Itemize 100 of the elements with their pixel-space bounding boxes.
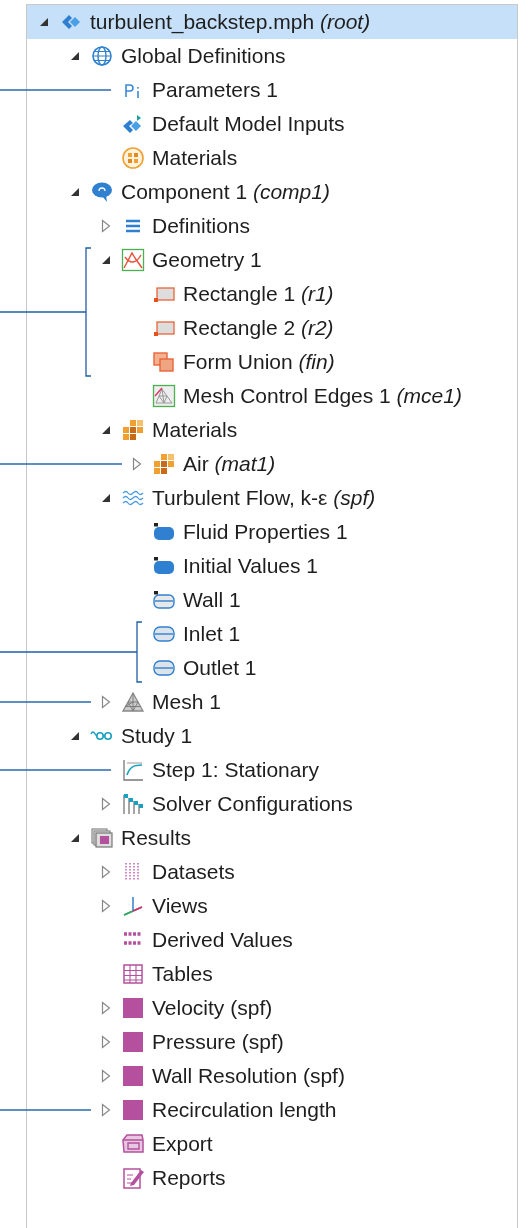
item-label: Study 1 <box>121 723 193 750</box>
item-label: Views <box>152 893 208 920</box>
expanded-caret-icon[interactable] <box>101 255 111 265</box>
plot-icon <box>121 1064 145 1088</box>
tree-item[interactable]: Derived Values <box>27 923 517 957</box>
item-label: Rectangle 1 (r1) <box>183 281 334 308</box>
item-label: Rectangle 2 (r2) <box>183 315 334 342</box>
collapsed-caret-icon[interactable] <box>101 1103 111 1117</box>
tree-item[interactable]: Solver Configurations <box>27 787 517 821</box>
item-label: Definitions <box>152 213 251 240</box>
solver-icon <box>121 792 145 816</box>
item-label: Air (mat1) <box>183 451 276 478</box>
item-label: Mesh Control Edges 1 (mce1) <box>183 383 462 410</box>
tree-item[interactable]: Tables <box>27 957 517 991</box>
tree-item[interactable]: Turbulent Flow, k-ε (spf) <box>27 481 517 515</box>
item-label: Datasets <box>152 859 235 886</box>
plot-icon <box>121 1030 145 1054</box>
item-label: Tables <box>152 961 213 988</box>
tree-item[interactable]: Study 1 <box>27 719 517 753</box>
item-label: Recirculation length <box>152 1097 337 1124</box>
tree-item[interactable]: Reports <box>27 1161 517 1195</box>
tree-item[interactable]: Inlet 1 <box>27 617 517 651</box>
item-label: Reports <box>152 1165 226 1192</box>
table-icon <box>121 962 145 986</box>
tree-item[interactable]: Global Definitions <box>27 39 517 73</box>
tree-item[interactable]: Results <box>27 821 517 855</box>
tree-item[interactable]: Views <box>27 889 517 923</box>
tree-item[interactable]: Datasets <box>27 855 517 889</box>
collapsed-caret-icon[interactable] <box>101 1069 111 1083</box>
expanded-caret-icon[interactable] <box>101 425 111 435</box>
item-label: Turbulent Flow, k-ε (spf) <box>152 485 376 512</box>
collapsed-caret-icon[interactable] <box>101 1001 111 1015</box>
item-label: Solver Configurations <box>152 791 353 818</box>
item-label: Global Definitions <box>121 43 286 70</box>
tree-item[interactable]: Pressure (spf) <box>27 1025 517 1059</box>
boundary-icon <box>152 588 176 612</box>
report-icon <box>121 1166 145 1190</box>
item-label: Mesh 1 <box>152 689 221 716</box>
tree-item[interactable]: Rectangle 2 (r2) <box>27 311 517 345</box>
collapsed-caret-icon[interactable] <box>101 865 111 879</box>
item-label: Parameters 1 <box>152 77 279 104</box>
tree-item[interactable]: Recirculation length <box>27 1093 517 1127</box>
tree-item[interactable]: Definitions <box>27 209 517 243</box>
axes-icon <box>121 894 145 918</box>
expanded-caret-icon[interactable] <box>70 731 80 741</box>
item-label: Pressure (spf) <box>152 1029 284 1056</box>
tree-item[interactable]: turbulent_backstep.mph (root) <box>27 5 517 39</box>
item-label: Fluid Properties 1 <box>183 519 348 546</box>
tree-item[interactable]: Component 1 (comp1) <box>27 175 517 209</box>
export-icon <box>121 1132 145 1156</box>
balloon-icon <box>90 180 114 204</box>
tree-item[interactable]: Parameters 1 <box>27 73 517 107</box>
tree-item[interactable]: Default Model Inputs <box>27 107 517 141</box>
tree-item[interactable]: Materials <box>27 413 517 447</box>
item-label: Materials <box>152 145 238 172</box>
collapsed-caret-icon[interactable] <box>101 797 111 811</box>
expanded-caret-icon[interactable] <box>70 833 80 843</box>
tree-item[interactable]: Form Union (fin) <box>27 345 517 379</box>
tree-item[interactable]: Outlet 1 <box>27 651 517 685</box>
collapsed-caret-icon[interactable] <box>101 1035 111 1049</box>
item-label: Initial Values 1 <box>183 553 319 580</box>
item-label: Outlet 1 <box>183 655 257 682</box>
item-label: Inlet 1 <box>183 621 241 648</box>
tree-item[interactable]: Mesh Control Edges 1 (mce1) <box>27 379 517 413</box>
stationary-step-icon <box>121 758 145 782</box>
tree-item[interactable]: Wall Resolution (spf) <box>27 1059 517 1093</box>
plot-icon <box>121 1098 145 1122</box>
collapsed-caret-icon[interactable] <box>101 695 111 709</box>
mesh-icon <box>152 384 176 408</box>
tree-item[interactable]: Air (mat1) <box>27 447 517 481</box>
tree-item[interactable]: Rectangle 1 (r1) <box>27 277 517 311</box>
materials-icon <box>121 146 145 170</box>
expanded-caret-icon[interactable] <box>70 187 80 197</box>
mesh-icon <box>121 690 145 714</box>
tree-item[interactable]: Export <box>27 1127 517 1161</box>
tree-item[interactable]: Mesh 1 <box>27 685 517 719</box>
tree-item[interactable]: Velocity (spf) <box>27 991 517 1025</box>
item-label: Export <box>152 1131 213 1158</box>
tree-item[interactable]: Initial Values 1 <box>27 549 517 583</box>
expanded-caret-icon[interactable] <box>39 17 49 27</box>
item-label: Default Model Inputs <box>152 111 345 138</box>
item-label: Materials <box>152 417 238 444</box>
collapsed-caret-icon[interactable] <box>101 219 111 233</box>
tree-item[interactable]: Step 1: Stationary <box>27 753 517 787</box>
tree-item[interactable]: Materials <box>27 141 517 175</box>
expanded-caret-icon[interactable] <box>70 51 80 61</box>
tree-item[interactable]: Geometry 1 <box>27 243 517 277</box>
item-label: Results <box>121 825 192 852</box>
item-label: Wall 1 <box>183 587 241 614</box>
geometry-icon <box>121 248 145 272</box>
item-label: Wall Resolution (spf) <box>152 1063 345 1090</box>
tree-item[interactable]: Wall 1 <box>27 583 517 617</box>
expanded-caret-icon[interactable] <box>101 493 111 503</box>
item-label: turbulent_backstep.mph (root) <box>90 9 371 36</box>
collapsed-caret-icon[interactable] <box>101 899 111 913</box>
results-icon <box>90 826 114 850</box>
tree-item[interactable]: Fluid Properties 1 <box>27 515 517 549</box>
collapsed-caret-icon[interactable] <box>132 457 142 471</box>
blocks-icon <box>121 418 145 442</box>
item-label: Derived Values <box>152 927 293 954</box>
